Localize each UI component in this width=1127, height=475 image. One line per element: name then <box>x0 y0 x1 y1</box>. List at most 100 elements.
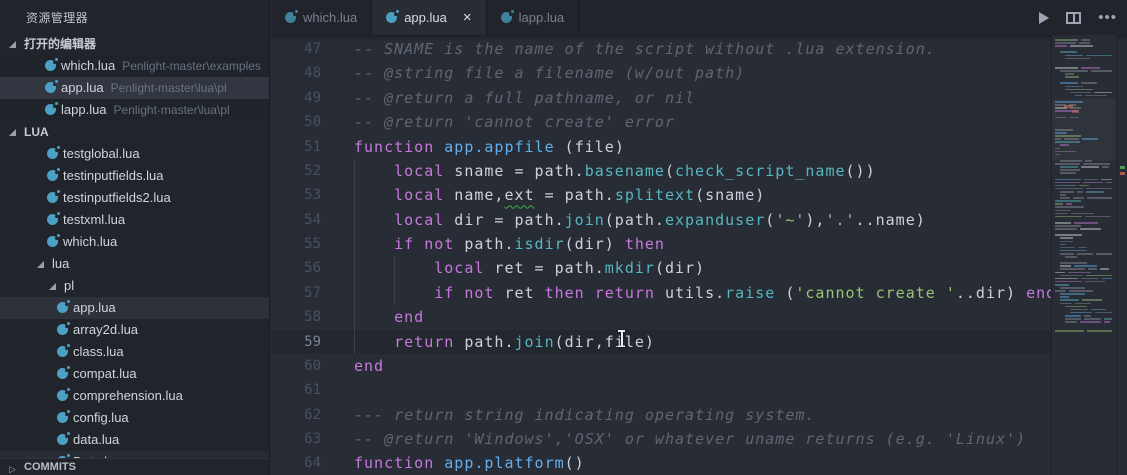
minimap-line <box>1081 39 1090 41</box>
line-number: 53 <box>304 187 321 204</box>
lua-file-icon <box>57 322 70 335</box>
lua-file-icon <box>57 300 70 313</box>
folder-name: pl <box>64 278 75 293</box>
code-line-57: 57 if not ret then return utils.raise ('… <box>271 281 1055 305</box>
tab-which.lua[interactable]: which.lua <box>271 0 373 35</box>
code-line-54: 54 local dir = path.join(path.expanduser… <box>271 208 1051 232</box>
tree-file[interactable]: testinputfields2.lua <box>0 187 269 209</box>
minimap-line <box>1055 209 1071 212</box>
lua-file-icon <box>285 10 298 23</box>
overview-ruler-mark <box>1120 172 1125 175</box>
tab-bar: which.lua app.lua × lapp.lua ••• <box>271 0 1127 35</box>
line-number: 54 <box>304 211 321 228</box>
minimap-line <box>1095 252 1112 255</box>
tree-file[interactable]: config.lua <box>0 407 269 429</box>
minimap-viewport[interactable] <box>1052 99 1117 161</box>
minimap-line <box>1077 190 1084 193</box>
open-editors-header[interactable]: 打开的编辑器 <box>0 33 269 55</box>
minimap-line <box>1072 197 1085 199</box>
minimap-line <box>1101 277 1112 280</box>
code-line-56: 56 local ret = path.mkdir(dir) <box>271 256 1051 280</box>
code-editor[interactable]: 47 -- SNAME is the name of the script wit… <box>271 35 1127 475</box>
minimap-line <box>1055 283 1069 286</box>
minimap-line <box>1082 299 1102 302</box>
minimap-line <box>1055 277 1079 280</box>
minimap-line <box>1091 308 1107 311</box>
run-icon[interactable] <box>1039 11 1050 24</box>
line-number: 63 <box>304 431 321 447</box>
tree-file[interactable]: which.lua <box>0 231 269 253</box>
line-number: 58 <box>304 309 321 326</box>
minimap-line <box>1100 268 1110 271</box>
twisty-expanded-icon <box>9 129 16 136</box>
file-name: testglobal.lua <box>63 146 140 161</box>
minimap-line <box>1065 314 1082 317</box>
tab-lapp.lua[interactable]: lapp.lua <box>486 0 580 35</box>
minimap-line <box>1106 181 1112 184</box>
minimap-line <box>1081 277 1099 280</box>
minimap-line <box>1070 212 1094 215</box>
editor-actions: ••• <box>1039 0 1127 35</box>
file-tree: testglobal.lua testinputfields.lua testinp… <box>0 143 269 473</box>
lua-file-icon <box>500 10 514 23</box>
scrollbar-lane[interactable] <box>1116 35 1127 475</box>
minimap-line <box>1060 265 1072 267</box>
tab-app.lua[interactable]: app.lua × <box>372 0 487 35</box>
file-name: which.lua <box>63 234 118 249</box>
line-number: 61 <box>304 382 321 399</box>
tree-file[interactable]: compat.lua <box>0 363 269 385</box>
tree-file[interactable]: testxml.lua <box>0 209 269 231</box>
open-editor-item[interactable]: lapp.lua Penlight-master\lua\pl <box>0 99 269 121</box>
minimap-line <box>1086 190 1105 193</box>
lua-file-icon <box>45 80 58 93</box>
tree-file[interactable]: comprehension.lua <box>0 385 269 407</box>
tree-file[interactable]: data.lua <box>0 429 269 451</box>
minimap-line <box>1094 311 1112 314</box>
open-editor-item[interactable]: app.lua Penlight-master\lua\pl <box>0 77 269 99</box>
open-editors-list: which.lua Penlight-master\examples app.lua… <box>0 55 269 121</box>
minimap-line <box>1055 206 1084 209</box>
line-number: 62 <box>304 406 321 423</box>
minimap-line <box>1060 190 1075 193</box>
lua-file-icon <box>45 58 58 71</box>
minimap-line <box>1055 178 1081 181</box>
minimap[interactable] <box>1051 35 1117 475</box>
folder-section-header[interactable]: LUA <box>0 121 269 143</box>
open-editor-item[interactable]: which.lua Penlight-master\examples <box>0 55 269 77</box>
minimap-line <box>1066 203 1072 205</box>
code-line-52: 52 local sname = path.basename(check_scr… <box>271 159 1051 183</box>
minimap-line <box>1060 249 1088 252</box>
minimap-line <box>1060 252 1074 255</box>
minimap-line <box>1060 299 1080 302</box>
code-line-53: 53 local name,ext = path.splitext(sname) <box>271 183 1051 207</box>
minimap-line <box>1055 45 1067 47</box>
minimap-line <box>1060 166 1078 168</box>
tree-folder[interactable]: pl <box>0 275 269 297</box>
minimap-line <box>1055 212 1068 215</box>
tree-file[interactable]: app.lua <box>0 297 269 319</box>
tree-file[interactable]: class.lua <box>0 341 269 363</box>
minimap-line <box>1085 187 1112 190</box>
tree-folder[interactable]: lua <box>0 253 269 275</box>
minimap-line <box>1060 240 1074 243</box>
minimap-line <box>1078 246 1088 249</box>
minimap-line <box>1065 57 1091 60</box>
commits-section-header[interactable]: ▷ COMMITS <box>0 458 269 475</box>
more-actions-icon[interactable]: ••• <box>1098 10 1117 25</box>
minimap-line <box>1083 163 1110 165</box>
file-name: app.lua <box>61 80 104 95</box>
file-name: array2d.lua <box>73 322 139 337</box>
lua-file-icon <box>45 102 58 115</box>
code-line-63: 63 -- @return 'Windows','OSX' or whatever… <box>271 427 1051 451</box>
code-line-55: 55 if not path.isdir(dir) then <box>271 232 1051 256</box>
minimap-line <box>1060 194 1067 196</box>
tree-file[interactable]: array2d.lua <box>0 319 269 341</box>
minimap-line <box>1055 163 1081 165</box>
minimap-line <box>1102 166 1110 168</box>
close-icon[interactable]: × <box>463 10 472 25</box>
tree-file[interactable]: testglobal.lua <box>0 143 269 165</box>
tree-file[interactable]: testinputfields.lua <box>0 165 269 187</box>
split-editor-icon[interactable] <box>1066 11 1082 24</box>
minimap-line <box>1060 274 1084 277</box>
code-line-60: 60 end <box>271 354 1051 378</box>
